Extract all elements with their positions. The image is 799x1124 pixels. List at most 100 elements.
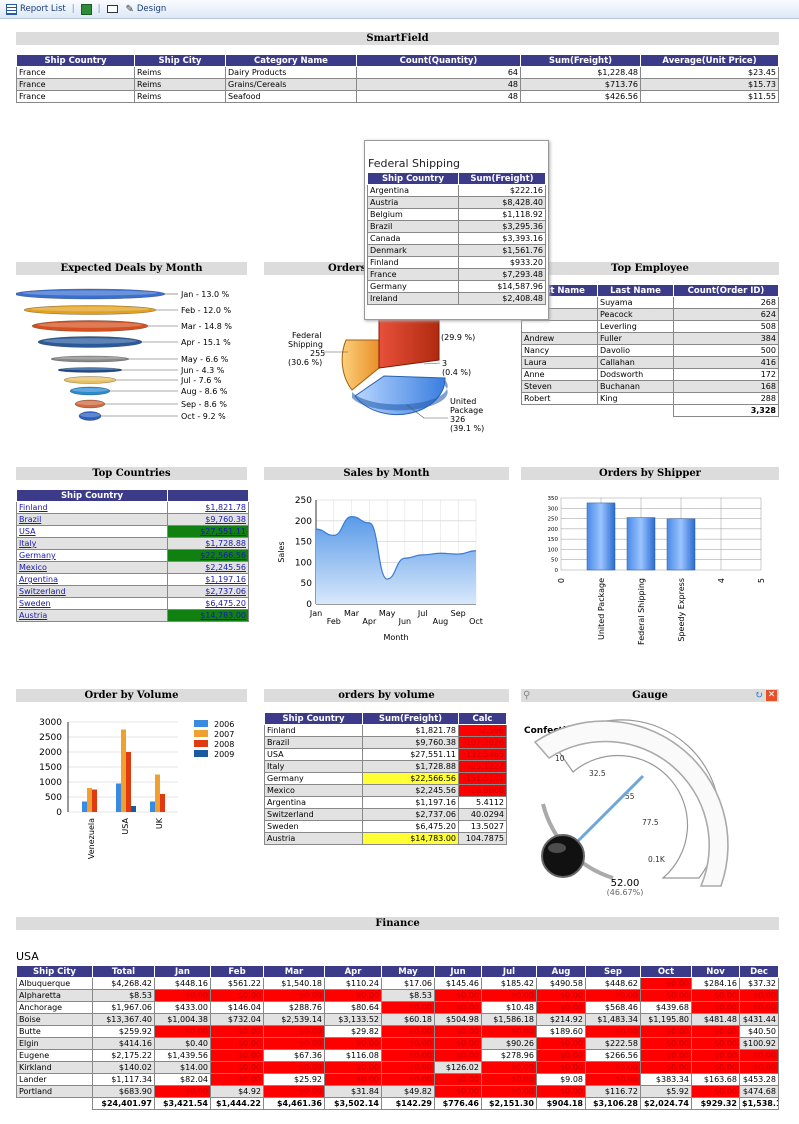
finance-cell: $0.00 [263,1037,325,1050]
orders-by-volume-table: Ship Country Sum(Freight) Calc Finland $1,8… [264,712,507,845]
y-tick-label: 100 [295,558,312,568]
country-link[interactable]: Brazil [19,515,41,524]
top-countries-cell[interactable]: Finland [16,501,168,514]
value-link[interactable]: $1,197.16 [205,575,246,584]
top-employee-row: Anne Dodsworth 172 [521,368,779,381]
finance-total-cell: $4,461.36 [263,1097,325,1110]
country-link[interactable]: Argentina [19,575,58,584]
orders-volume-row: Italy $1,728.88 -25.1222 [264,760,507,773]
finance-cell: $0.00 [481,1025,537,1038]
country-link[interactable]: Italy [19,539,36,548]
federal-cell: $2,408.48 [458,292,546,305]
finance-cell: $0.00 [536,1037,586,1050]
top-employee-cell: Anne [521,368,598,381]
top-countries-cell[interactable]: Austria [16,609,168,622]
value-link[interactable]: $1,821.78 [205,503,246,512]
funnel-highlight [80,412,100,418]
country-link[interactable]: Austria [19,611,47,620]
value-link[interactable]: $27,551.11 [200,527,246,536]
close-icon[interactable]: ✕ [766,690,777,701]
top-countries-row: Brazil $9,760.38 [16,513,249,526]
orders-volume-row: Sweden $6,475.20 13.5027 [264,820,507,833]
svg-text:United: United [450,397,476,406]
finance-cell: Anchorage [16,1001,93,1014]
y-tick-label: 0 [555,568,559,574]
orders-volume-row: Germany $22,566.56 -151.5141 [264,772,507,785]
finance-cell: $0.00 [691,1085,740,1098]
value-link[interactable]: $9,760.38 [205,515,246,524]
svg-text:Federal: Federal [292,331,322,340]
finance-country: USA [16,950,39,963]
value-link[interactable]: $6,475.20 [205,599,246,608]
refresh-icon[interactable]: ↻ [755,689,763,702]
top-countries-cell[interactable]: Switzerland [16,585,168,598]
finance-cell: $0.00 [324,1073,382,1086]
top-countries-cell[interactable]: Italy [16,537,168,550]
finance-cell: $288.76 [263,1001,325,1014]
report-list-button[interactable]: Report List [6,3,66,15]
finance-cell: $0.00 [434,1025,482,1038]
finance-cell: $214.92 [536,1013,586,1026]
finance-cell: $0.00 [585,1061,641,1074]
finance-cell: $0.00 [154,1085,211,1098]
federal-cell: $933.20 [458,256,546,269]
top-employee-cell: 168 [673,380,779,393]
top-countries-cell[interactable]: Mexico [16,561,168,574]
smartfield-cell: Seafood [225,90,357,103]
value-link[interactable]: $22,566.56 [200,551,246,560]
finance-cell: $0.00 [434,989,482,1002]
top-countries-cell[interactable]: Germany [16,549,168,562]
top-employee-cell [521,320,598,333]
orders-volume-cell: $9,760.38 [362,736,459,749]
country-link[interactable]: Switzerland [19,587,66,596]
country-link[interactable]: Mexico [19,563,47,572]
shipper-bar [666,518,696,571]
top-countries-cell[interactable]: Sweden [16,597,168,610]
finance-title: Finance [16,917,779,930]
top-countries-cell[interactable]: Argentina [16,573,168,586]
finance-cell: $4,268.42 [92,977,155,990]
finance-header-7: Jun [434,965,482,978]
finance-row: Eugene $2,175.22 $1,439.56 $0.00 $67.36 $116.… [16,1049,779,1062]
value-link[interactable]: $14,783.00 [200,611,246,620]
orders-volume-cell: -132.5465 [458,748,507,761]
finance-cell: $278.96 [481,1049,537,1062]
finance-cell: $8.53 [381,989,435,1002]
y-tick-label: 200 [548,527,559,533]
top-employee-cell: 624 [673,308,779,321]
finance-cell: $0.00 [739,989,779,1002]
federal-row: Canada $3,393.16 [367,232,546,245]
excel-export-button[interactable] [80,3,92,15]
top-employee-row: Laura Callahan 416 [521,356,779,369]
email-button[interactable] [106,5,118,13]
finance-total-cell: $929.32 [691,1097,740,1110]
value-link[interactable]: $2,245.56 [205,563,246,572]
top-countries-row: USA $27,551.11 [16,525,249,538]
zoom-icon[interactable]: ⚲ [523,689,530,702]
top-countries-cell[interactable]: USA [16,525,168,538]
top-countries-cell[interactable]: Brazil [16,513,168,526]
top-employee-row: Robert King 288 [521,392,779,405]
funnel-label: Jul - 7.6 % [180,376,222,385]
finance-cell: $0.00 [640,1061,692,1074]
finance-cell: $0.00 [263,1025,325,1038]
smartfield-row: France Reims Dairy Products 64 $1,228.48 $23.… [16,66,779,79]
finance-cell: $67.36 [263,1049,325,1062]
country-link[interactable]: Sweden [19,599,51,608]
finance-header-13: Dec [739,965,779,978]
value-link[interactable]: $1,728.88 [205,539,246,548]
country-link[interactable]: USA [19,527,36,536]
value-link[interactable]: $2,737.06 [205,587,246,596]
x-tick-label: 5 [757,578,766,583]
volume-bar-chart: 0 500 1000 1500 2000 2500 3000 Venezuela USA UK 20… [39,718,234,859]
design-button[interactable]: ✎ Design [126,4,167,15]
top-countries-row: Italy $1,728.88 [16,537,249,550]
finance-cell: $8.53 [92,989,155,1002]
orders-volume-cell: $22,566.56 [362,772,459,785]
finance-row: Boise $13,367.40 $1,004.38 $732.04 $2,539.14… [16,1013,779,1026]
country-link[interactable]: Finland [19,503,48,512]
orders-volume-row: Switzerland $2,737.06 40.0294 [264,808,507,821]
finance-cell: $163.68 [691,1073,740,1086]
federal-cell: $3,393.16 [458,232,546,245]
country-link[interactable]: Germany [19,551,56,560]
